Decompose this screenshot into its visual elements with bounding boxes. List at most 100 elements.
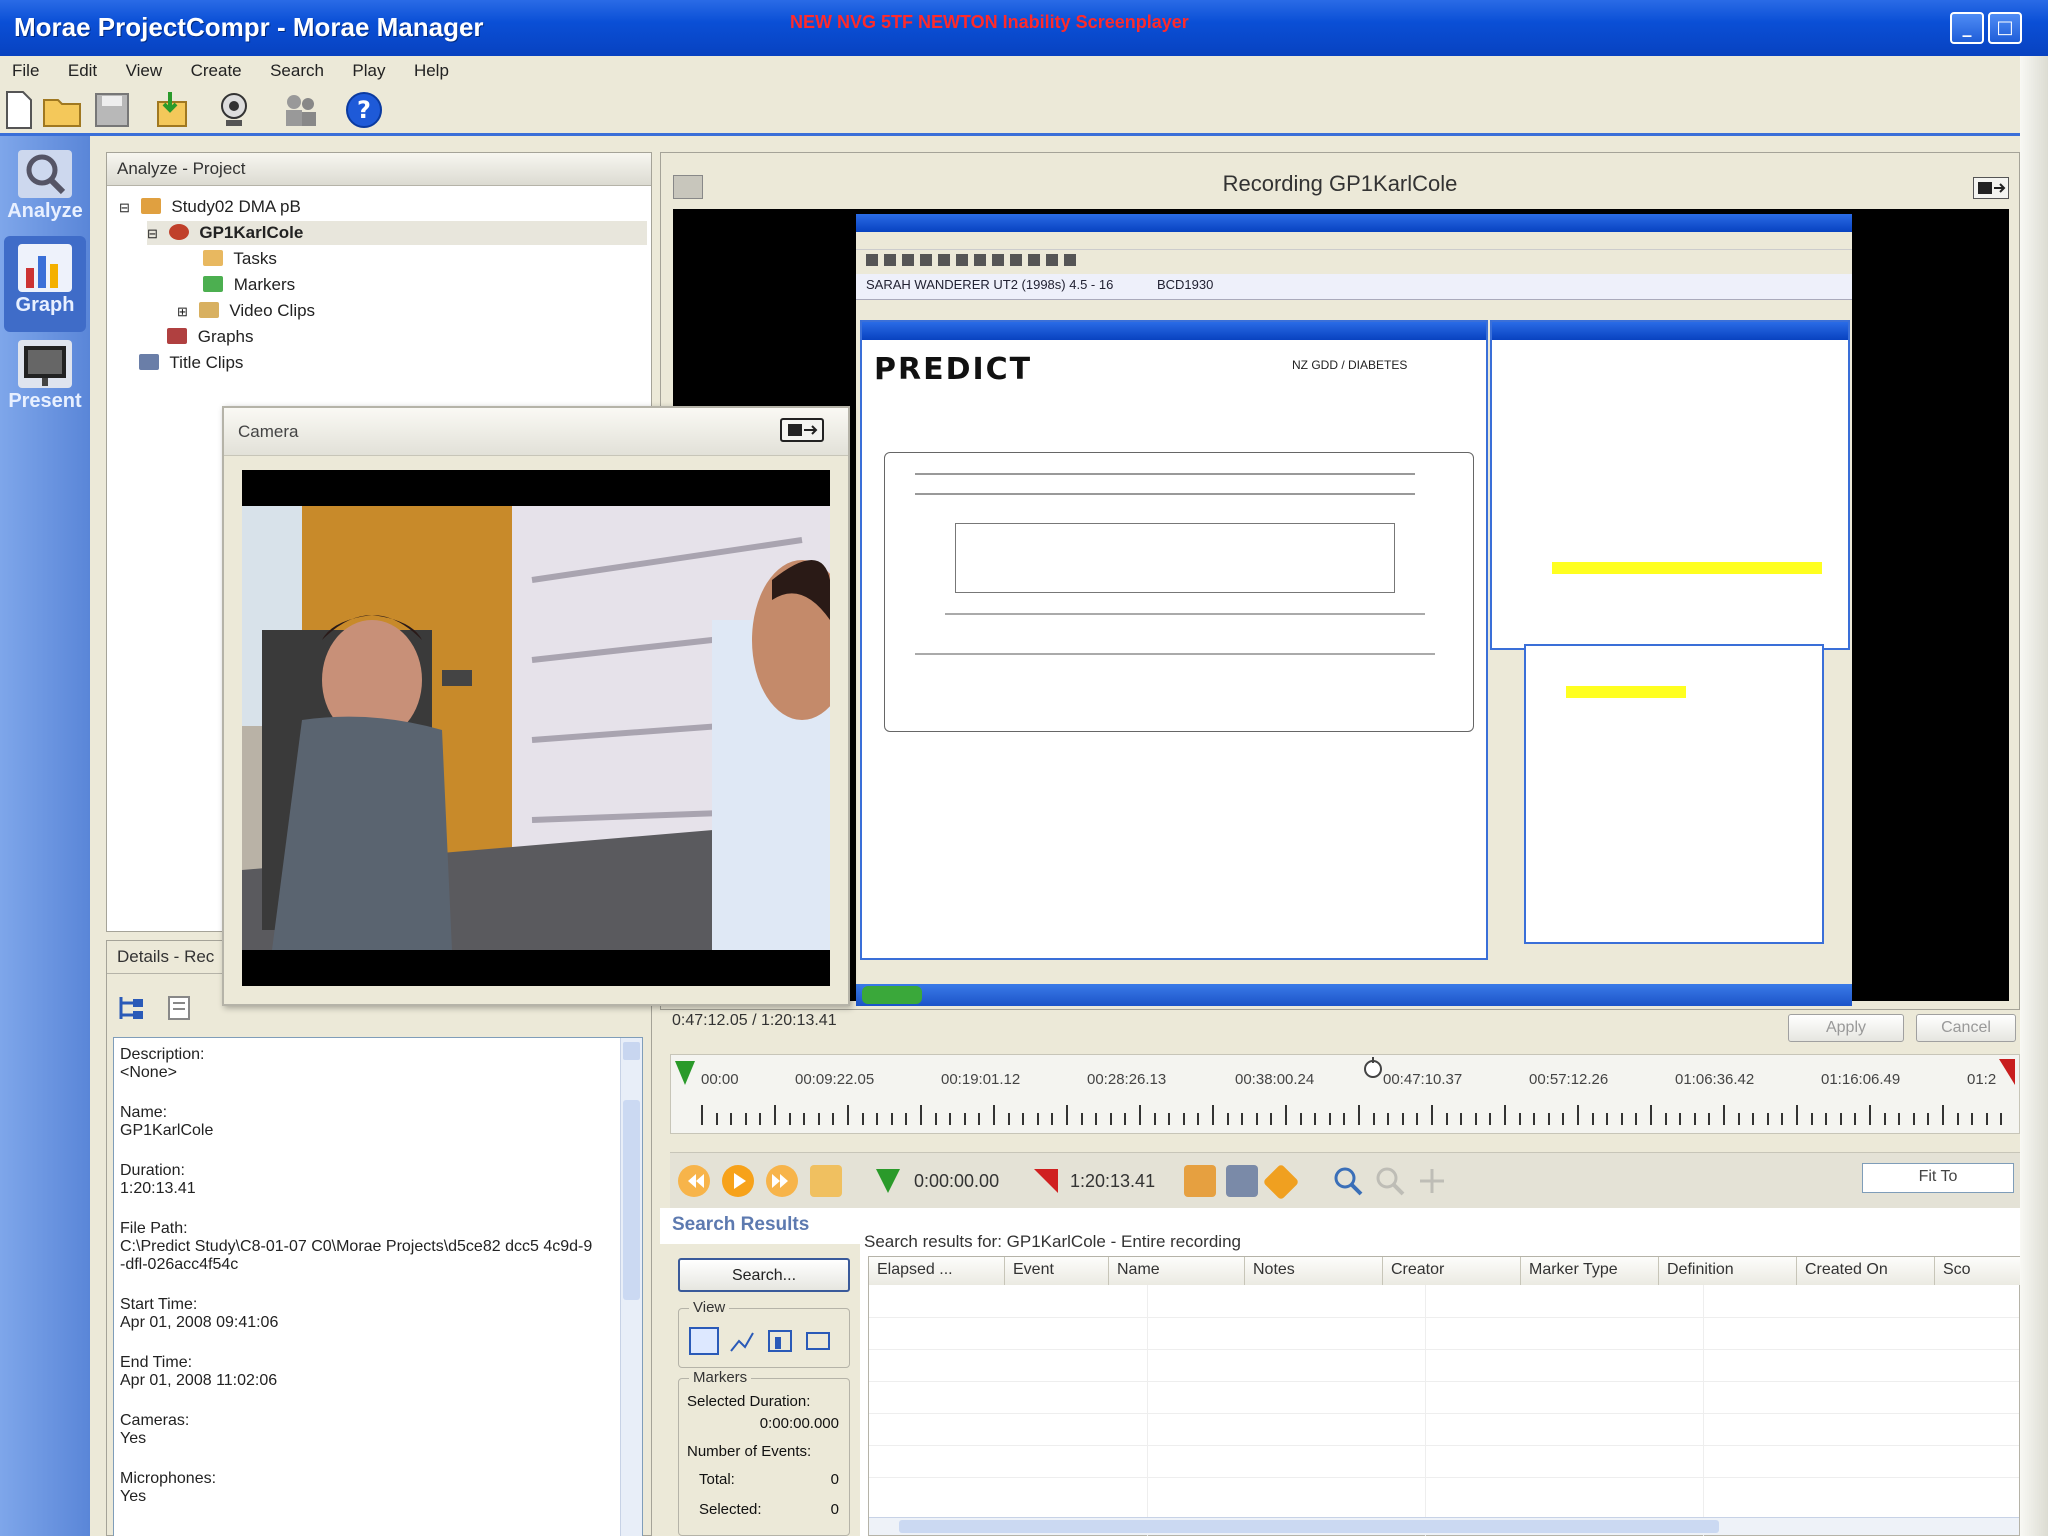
- timeline-tick: [1226, 1113, 1229, 1125]
- diamond-marker-icon[interactable]: [1262, 1163, 1300, 1201]
- marker-add-icon[interactable]: [1184, 1165, 1216, 1197]
- collapse-icon[interactable]: ⊟: [147, 226, 158, 241]
- zoom-select[interactable]: Fit To: [1862, 1163, 2014, 1193]
- timeline-tick: [934, 1113, 937, 1125]
- timeline-tick: [978, 1113, 981, 1125]
- nav-graph-button[interactable]: Graph: [4, 236, 86, 332]
- play-icon[interactable]: [722, 1165, 754, 1197]
- column-header-elapsed[interactable]: Elapsed ...: [869, 1257, 1005, 1285]
- undock-icon[interactable]: [1973, 177, 2009, 199]
- zoom-fit-icon[interactable]: [1416, 1165, 1448, 1197]
- playhead-icon[interactable]: [1363, 1057, 1383, 1083]
- scroll-up-icon[interactable]: [623, 1042, 640, 1060]
- column-header-creator[interactable]: Creator: [1383, 1257, 1521, 1285]
- camera-window[interactable]: Camera: [222, 406, 850, 1006]
- fast-forward-icon[interactable]: [766, 1165, 798, 1197]
- timecode-display: 0:47:12.05 / 1:20:13.41: [672, 1012, 837, 1029]
- timeline-tick: [1022, 1113, 1025, 1125]
- study-folder-icon: [140, 198, 161, 214]
- column-header-marker-type[interactable]: Marker Type: [1521, 1257, 1659, 1285]
- timeline-tick: [890, 1113, 893, 1125]
- detail-value: Apr 01, 2008 11:02:06: [120, 1372, 278, 1389]
- import-recording-icon[interactable]: [154, 90, 194, 130]
- expand-icon[interactable]: ⊞: [177, 304, 188, 319]
- menu-file[interactable]: File: [0, 56, 51, 86]
- timeline-ruler[interactable]: 00:00 00:09:22.05 00:19:01.12 00:28:26.1…: [670, 1054, 2020, 1134]
- cancel-button[interactable]: Cancel: [1916, 1014, 2016, 1042]
- column-header-event[interactable]: Event: [1005, 1257, 1109, 1285]
- zoom-out-icon[interactable]: [1374, 1165, 1406, 1197]
- column-header-notes[interactable]: Notes: [1245, 1257, 1383, 1285]
- tree-item-markers[interactable]: Markers: [203, 273, 295, 297]
- timeline-tick: [1241, 1113, 1244, 1125]
- grid-toggle-icon[interactable]: [673, 175, 703, 199]
- grid-horizontal-scrollbar[interactable]: [869, 1517, 2019, 1535]
- new-file-icon[interactable]: [4, 90, 44, 130]
- capture-patient-name: SARAH WANDERER UT2 (1998s) 4.5 - 16: [866, 277, 1114, 292]
- timeline-tick: [744, 1113, 747, 1125]
- maximize-button[interactable]: □: [1988, 12, 2022, 44]
- open-folder-icon[interactable]: [42, 90, 82, 130]
- tree-item-study[interactable]: ⊟ Study02 DMA pB: [119, 195, 301, 219]
- timeline-tick: [1416, 1113, 1419, 1125]
- out-point-icon[interactable]: [1032, 1165, 1060, 1197]
- column-header-name[interactable]: Name: [1109, 1257, 1245, 1285]
- timeline-tick: [1474, 1113, 1477, 1125]
- in-point-marker-icon[interactable]: [675, 1061, 695, 1085]
- timeline-tick: [1912, 1113, 1915, 1125]
- timeline-tick: [1255, 1113, 1258, 1125]
- save-icon[interactable]: [92, 90, 132, 130]
- menu-view[interactable]: View: [114, 56, 175, 86]
- rewind-icon[interactable]: [678, 1165, 710, 1197]
- nav-analyze-button[interactable]: Analyze: [4, 142, 86, 238]
- menu-edit[interactable]: Edit: [56, 56, 109, 86]
- minimize-button[interactable]: _: [1950, 12, 1984, 44]
- column-header-definition[interactable]: Definition: [1659, 1257, 1797, 1285]
- menu-search[interactable]: Search: [258, 56, 336, 86]
- list-view-icon[interactable]: [689, 1327, 719, 1355]
- timeline-tick: [1080, 1113, 1083, 1125]
- detail-view-icon[interactable]: [803, 1327, 833, 1355]
- timeline-tick: [905, 1113, 908, 1125]
- tree-item-video-clips[interactable]: ⊞ Video Clips: [177, 299, 315, 323]
- detail-label: Description:: [120, 1046, 205, 1063]
- timeline-tick: [993, 1105, 995, 1125]
- nav-present-button[interactable]: Present: [4, 332, 86, 428]
- clip-icon[interactable]: [810, 1165, 842, 1197]
- timeline-tick: [1547, 1113, 1550, 1125]
- chart-view-icon[interactable]: [727, 1327, 757, 1355]
- menu-help[interactable]: Help: [402, 56, 461, 86]
- capture-side-window-2: [1524, 644, 1824, 944]
- properties-icon[interactable]: [163, 993, 195, 1023]
- summary-view-icon[interactable]: [765, 1327, 795, 1355]
- webcam-icon[interactable]: [214, 90, 254, 130]
- zoom-in-icon[interactable]: [1332, 1165, 1364, 1197]
- search-button[interactable]: Search...: [678, 1258, 850, 1292]
- scroll-thumb[interactable]: [623, 1100, 640, 1300]
- detail-value: <None>: [120, 1064, 177, 1081]
- timeline-tick: [861, 1113, 864, 1125]
- tree-item-graphs[interactable]: Graphs: [167, 325, 253, 349]
- tree-view-icon[interactable]: [117, 993, 149, 1023]
- right-scrollbar[interactable]: [2020, 56, 2048, 1536]
- column-header-created-on[interactable]: Created On: [1797, 1257, 1935, 1285]
- timeline-tick: [1401, 1113, 1404, 1125]
- details-scrollbar[interactable]: [620, 1038, 642, 1536]
- collapse-icon[interactable]: ⊟: [119, 200, 130, 215]
- apply-button[interactable]: Apply: [1788, 1014, 1904, 1042]
- menu-create[interactable]: Create: [179, 56, 254, 86]
- timeline-tick: [1577, 1105, 1579, 1125]
- out-point-marker-icon[interactable]: [1999, 1059, 2015, 1085]
- menu-play[interactable]: Play: [340, 56, 397, 86]
- help-icon[interactable]: ?: [344, 90, 384, 130]
- column-header-score[interactable]: Sco: [1935, 1257, 2021, 1285]
- tree-item-title-clips[interactable]: Title Clips: [139, 351, 243, 375]
- snapshot-icon[interactable]: [1226, 1165, 1258, 1197]
- in-point-icon[interactable]: [874, 1165, 902, 1197]
- tree-item-tasks[interactable]: Tasks: [203, 247, 277, 271]
- camera-undock-icon[interactable]: [780, 418, 824, 442]
- tree-item-recording[interactable]: ⊟ GP1KarlCole: [147, 221, 647, 245]
- people-icon[interactable]: [280, 90, 320, 130]
- timeline-tick: [1153, 1113, 1156, 1125]
- scroll-thumb[interactable]: [899, 1520, 1719, 1533]
